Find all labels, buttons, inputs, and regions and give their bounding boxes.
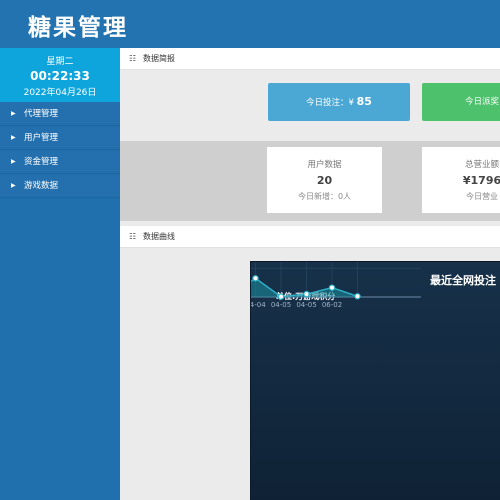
clock-time: 00:22:33 [30, 69, 90, 83]
bars-icon: ☷ [129, 232, 137, 241]
trend-section-header: ☷ 数据曲线 [120, 226, 500, 248]
sidebar-item-game-data[interactable]: ▶ 游戏数据 [0, 174, 120, 198]
date-box: 星期二 00:22:33 2022年04月26日 [0, 48, 120, 102]
x-tick-label: 04-04 [251, 301, 266, 309]
revenue-card: 总营业额 ¥1796 今日营业 [422, 147, 500, 213]
x-tick-label: 04-05 [271, 301, 291, 309]
bars-icon: ☷ [129, 54, 137, 63]
top-bar: 糖果管理 [0, 0, 500, 48]
sidebar-item-label: 游戏数据 [24, 181, 59, 191]
data-point [328, 284, 336, 291]
revenue-value: ¥1796 [462, 174, 500, 187]
data-point [354, 293, 361, 300]
users-title: 用户数据 [307, 160, 342, 170]
data-point [303, 290, 310, 298]
sidebar-item-label: 代理管理 [24, 109, 59, 119]
section-title: 数据简报 [143, 54, 175, 63]
date-label: 2022年04月26日 [23, 88, 97, 98]
x-tick-label: 04-05 [296, 301, 316, 309]
caret-right-icon: ▶ [11, 182, 16, 189]
caret-right-icon: ▶ [11, 134, 16, 141]
sidebar-item-funds[interactable]: ▶ 资金管理 [0, 150, 120, 174]
sidebar-item-agent[interactable]: ▶ 代理管理 [0, 102, 120, 126]
sidebar-item-label: 用户管理 [24, 133, 59, 143]
overview-section-header: ☷ 数据简报 [120, 48, 500, 70]
series-area [251, 278, 358, 297]
users-card: 用户数据 20 今日新增：0人 [267, 147, 382, 213]
data-point [277, 293, 285, 300]
caret-right-icon: ▶ [11, 110, 16, 117]
revenue-today: 今日营业 [466, 192, 498, 201]
revenue-title: 总营业额 [464, 160, 499, 170]
chart-plot: 040080012001600200012-1703-0603-1104-040… [251, 262, 421, 309]
today-prize-label: 今日派奖 [464, 97, 499, 107]
today-bet-label: 今日投注：¥ [306, 98, 354, 108]
today-bet-button[interactable]: 今日投注：¥ 85 [268, 83, 410, 121]
main-content: ☷ 数据简报 今日投注：¥ 85 今日派奖 用户数据 20 今日新增：0人 总营… [120, 48, 500, 500]
users-value: 20 [316, 174, 333, 187]
sidebar-item-label: 资金管理 [24, 157, 59, 167]
bet-trend-chart: 最近全网投注 单位:万游戏积分 040080012001600200012-17… [250, 261, 500, 500]
weekday-label: 星期二 [46, 57, 74, 67]
x-tick-label: 06-02 [322, 301, 342, 309]
sidebar-item-users[interactable]: ▶ 用户管理 [0, 126, 120, 150]
sidebar: 星期二 00:22:33 2022年04月26日 ▶ 代理管理 ▶ 用户管理 ▶… [0, 48, 120, 500]
users-new-today: 今日新增：0人 [297, 192, 352, 201]
caret-right-icon: ▶ [11, 158, 16, 165]
today-prize-button[interactable]: 今日派奖 [422, 83, 500, 121]
section-title: 数据曲线 [143, 232, 175, 241]
data-point [252, 275, 259, 282]
brand-title: 糖果管理 [28, 15, 128, 41]
today-bet-value: 85 [356, 95, 372, 108]
